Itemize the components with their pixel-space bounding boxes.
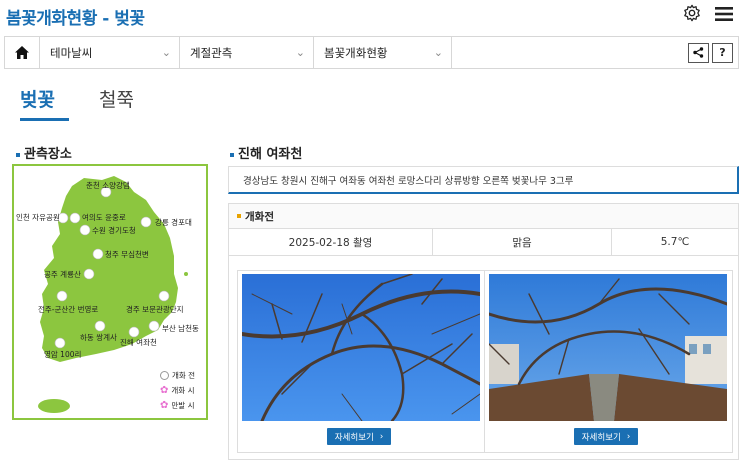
detail-button[interactable]: 자세히보기 › — [574, 428, 638, 445]
home-button[interactable] — [5, 37, 40, 68]
photo-card: 자세히보기 › — [237, 270, 486, 453]
status-header: 개화전 — [229, 204, 738, 229]
nav-select-season[interactable]: 계절관측 ⌄ — [180, 37, 314, 68]
chevron-down-icon: ⌄ — [161, 46, 171, 59]
chevron-down-icon: ⌄ — [433, 46, 443, 59]
tab-azalea[interactable]: 철쭉 — [99, 85, 134, 121]
observation-info-row: 2025-02-18 촬영 맑음 5.7℃ — [229, 229, 738, 256]
detail-button-label: 자세히보기 — [581, 432, 621, 443]
nav-select-flower[interactable]: 봄꽃개화현황 ⌄ — [314, 37, 452, 68]
breadcrumb-nav: 테마날씨 ⌄ 계절관측 ⌄ 봄꽃개화현황 ⌄ ? — [4, 36, 739, 69]
legend-label: 개화 시 — [171, 386, 195, 395]
stations-heading: 관측장소 — [16, 143, 72, 162]
tab-cherry-blossom[interactable]: 벚꽃 — [20, 85, 69, 121]
flower-icon: ✿ — [160, 384, 169, 396]
help-button[interactable]: ? — [712, 42, 733, 63]
temperature-value: 5.7℃ — [660, 236, 690, 248]
station-gyeongju[interactable]: 경주 보문관광단지 — [126, 304, 184, 315]
share-button[interactable] — [688, 42, 709, 63]
chevron-right-icon: › — [626, 431, 631, 442]
chevron-down-icon: ⌄ — [295, 46, 305, 59]
station-map: 춘천 소양강댐 인천 자유공원 여의도 윤중로 강릉 경포대 수원 경기도청 청… — [12, 164, 208, 420]
status-label: 개화전 — [245, 210, 274, 223]
station-incheon[interactable]: 인천 자유공원 — [16, 212, 60, 223]
station-suwon[interactable]: 수원 경기도청 — [92, 225, 136, 236]
station-hadong[interactable]: 하동 쌍계사 — [80, 332, 117, 343]
nav-select-label: 테마날씨 — [50, 45, 93, 60]
legend-before: 개화 전 — [160, 370, 195, 381]
gear-icon[interactable] — [683, 4, 701, 26]
photo-date: 2025-02-18 촬영 — [229, 229, 433, 255]
nav-select-label: 봄꽃개화현황 — [324, 45, 388, 60]
weather-value: 맑음 — [433, 229, 612, 255]
page-title: 봄꽃개화현황 - 벚꽃 — [6, 9, 145, 29]
detail-button[interactable]: 자세히보기 › — [327, 428, 391, 445]
station-jinhae[interactable]: 진해 여좌천 — [120, 337, 157, 348]
station-busan[interactable]: 부산 남천동 — [162, 323, 199, 334]
blossom-photo[interactable] — [242, 274, 480, 421]
legend-label: 만발 시 — [171, 401, 195, 410]
stations-heading-text: 관측장소 — [24, 147, 72, 162]
nav-actions: ? — [688, 42, 738, 63]
station-cheongju[interactable]: 청주 무심천변 — [105, 249, 149, 260]
station-heading-text: 진해 여좌천 — [238, 147, 303, 162]
station-jeonju[interactable]: 전주-군산간 번영로 — [38, 304, 98, 315]
photo-card: 자세히보기 › — [484, 270, 733, 453]
share-icon — [693, 47, 704, 58]
flower-tabs: 벚꽃 철쭉 — [20, 85, 134, 121]
station-address: 경상남도 창원시 진해구 여좌동 여좌천 로망스다리 상류방향 오른쪽 벚꽃나무… — [228, 166, 739, 194]
home-icon — [15, 46, 29, 59]
nav-select-theme[interactable]: 테마날씨 ⌄ — [40, 37, 180, 68]
legend-bloom: ✿ 개화 시 — [160, 385, 194, 396]
station-heading: 진해 여좌천 — [230, 143, 302, 162]
station-gongju[interactable]: 공주 계룡산 — [44, 269, 81, 280]
station-yeongam[interactable]: 영암 100리 — [44, 349, 81, 360]
nav-select-label: 계절관측 — [190, 45, 233, 60]
legend-label: 개화 전 — [172, 371, 196, 380]
flower-icon: ✿ — [160, 399, 169, 411]
legend-full-bloom: ✿ 만발 시 — [160, 400, 194, 411]
stream-photo[interactable] — [489, 274, 727, 421]
header-actions — [683, 4, 733, 26]
station-gangneung[interactable]: 강릉 경포대 — [155, 217, 192, 228]
station-yeouido[interactable]: 여의도 윤중로 — [82, 212, 126, 223]
hamburger-icon[interactable] — [715, 4, 733, 26]
station-chuncheon[interactable]: 춘천 소양강댐 — [86, 180, 130, 191]
chevron-right-icon: › — [379, 431, 384, 442]
circle-icon — [160, 371, 169, 380]
detail-button-label: 자세히보기 — [334, 432, 374, 443]
korea-map-shape — [38, 176, 188, 413]
